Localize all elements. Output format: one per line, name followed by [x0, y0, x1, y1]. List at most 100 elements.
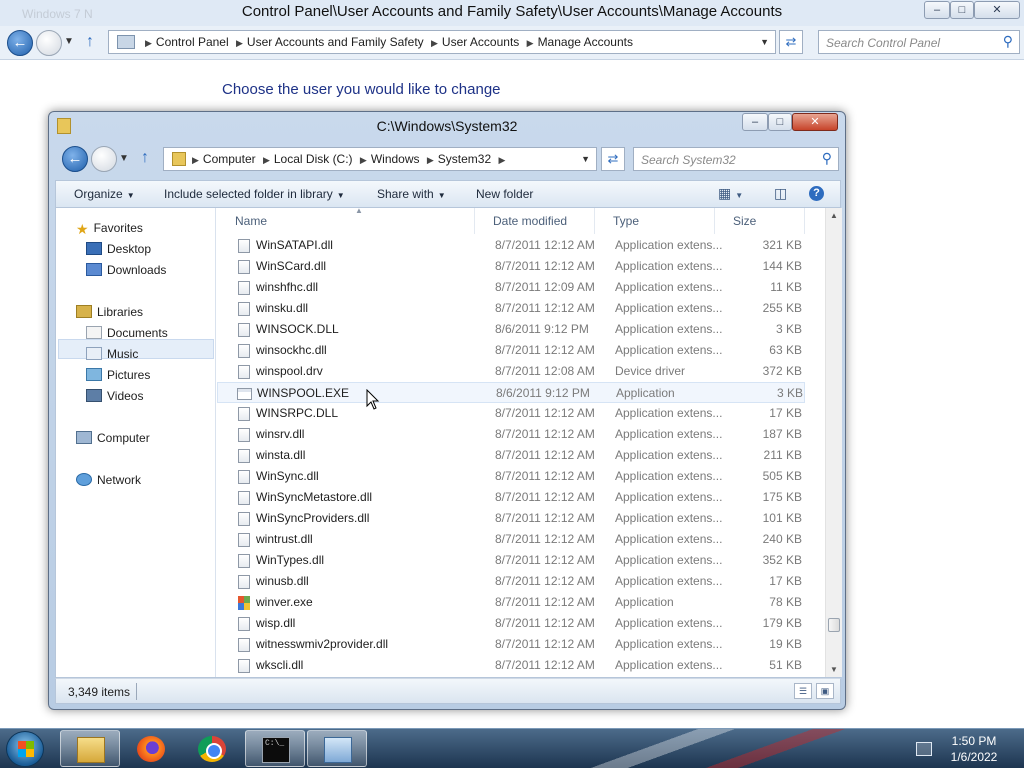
- file-row[interactable]: WinTypes.dll 8/7/2011 12:12 AM Application…: [217, 550, 805, 571]
- file-row[interactable]: WinSync.dll 8/7/2011 12:12 AM Application …: [217, 466, 805, 487]
- file-row[interactable]: WINSOCK.DLL 8/6/2011 9:12 PM Application e…: [217, 319, 805, 340]
- refresh-button[interactable]: ⇄: [779, 30, 803, 54]
- clock-time[interactable]: 1:50 PM: [944, 734, 1004, 748]
- file-row[interactable]: wisp.dll 8/7/2011 12:12 AM Application ext…: [217, 613, 805, 634]
- status-divider: [136, 683, 137, 700]
- breadcrumb-control-panel[interactable]: Control Panel: [156, 35, 229, 49]
- file-row[interactable]: WinSyncProviders.dll 8/7/2011 12:12 AM App…: [217, 508, 805, 529]
- file-type: Application extens...: [615, 574, 723, 588]
- taskbar-app-control-panel[interactable]: [307, 730, 367, 767]
- column-header-type[interactable]: Type: [595, 208, 715, 234]
- nav-item-libraries[interactable]: Libraries: [76, 305, 143, 319]
- network-tray-icon[interactable]: [916, 742, 932, 756]
- file-row[interactable]: winsta.dll 8/7/2011 12:12 AM Application e…: [217, 445, 805, 466]
- include-in-library-menu[interactable]: Include selected folder in library ▼: [164, 187, 345, 201]
- file-row[interactable]: WinSyncMetastore.dll 8/7/2011 12:12 AM App…: [217, 487, 805, 508]
- column-header-size[interactable]: Size: [715, 208, 805, 234]
- file-row[interactable]: winspool.drv 8/7/2011 12:08 AM Device driv…: [217, 361, 805, 382]
- vertical-scrollbar[interactable]: ▲ ▼: [825, 208, 842, 677]
- file-name: winspool.drv: [256, 364, 323, 378]
- file-row[interactable]: WinSCard.dll 8/7/2011 12:12 AM Application…: [217, 256, 805, 277]
- close-button[interactable]: ✕: [974, 1, 1020, 19]
- search-icon[interactable]: ⚲: [1003, 33, 1013, 50]
- help-icon[interactable]: ?: [809, 186, 824, 201]
- refresh-button[interactable]: ⇄: [601, 147, 625, 171]
- large-icons-view-icon[interactable]: ▣: [816, 683, 834, 699]
- forward-button[interactable]: [36, 30, 62, 56]
- nav-item-network[interactable]: Network: [76, 473, 141, 487]
- file-row[interactable]: winsku.dll 8/7/2011 12:12 AM Application e…: [217, 298, 805, 319]
- preview-pane-icon[interactable]: ◫: [774, 185, 787, 202]
- nav-item-favorites[interactable]: ★ Favorites: [76, 221, 143, 238]
- close-button[interactable]: ✕: [792, 113, 838, 131]
- file-type: Application extens...: [615, 280, 723, 294]
- nav-item-music[interactable]: Music: [86, 347, 138, 361]
- taskbar-app-explorer[interactable]: [60, 730, 120, 767]
- breadcrumb-computer[interactable]: Computer: [203, 152, 256, 166]
- breadcrumb-system32[interactable]: System32: [438, 152, 491, 166]
- nav-item-desktop[interactable]: Desktop: [86, 242, 151, 256]
- scroll-up-arrow-icon[interactable]: ▲: [830, 211, 838, 220]
- breadcrumb-local-disk[interactable]: Local Disk (C:): [274, 152, 353, 166]
- breadcrumb-manage-accounts[interactable]: Manage Accounts: [538, 35, 633, 49]
- file-row[interactable]: winusb.dll 8/7/2011 12:12 AM Application e…: [217, 571, 805, 592]
- search-icon[interactable]: ⚲: [822, 150, 832, 167]
- file-type: Application: [615, 595, 674, 609]
- maximize-button[interactable]: □: [950, 1, 974, 19]
- up-arrow-icon[interactable]: ↑: [141, 149, 149, 167]
- address-bar[interactable]: ▶ Control Panel ▶ User Accounts and Family…: [108, 30, 776, 54]
- scrollbar-thumb[interactable]: [828, 618, 840, 632]
- search-control-panel-input[interactable]: Search Control Panel ⚲: [818, 30, 1020, 54]
- details-view-icon[interactable]: ☰: [794, 683, 812, 699]
- file-date-modified: 8/7/2011 12:12 AM: [495, 553, 595, 567]
- maximize-button[interactable]: □: [768, 113, 792, 131]
- breadcrumb-windows[interactable]: Windows: [371, 152, 420, 166]
- file-row[interactable]: wkscli.dll 8/7/2011 12:12 AM Application e…: [217, 655, 805, 676]
- search-system32-input[interactable]: Search System32 ⚲: [633, 147, 839, 171]
- recent-pages-dropdown-icon[interactable]: ▼: [64, 36, 74, 47]
- clock-date[interactable]: 1/6/2022: [944, 750, 1004, 764]
- recent-locations-dropdown-icon[interactable]: ▼: [119, 153, 129, 164]
- change-view-icon[interactable]: ▦ ▼: [718, 185, 743, 202]
- taskbar-app-command-prompt[interactable]: C:\_: [245, 730, 305, 767]
- nav-item-documents[interactable]: Documents: [86, 326, 168, 340]
- file-row[interactable]: wintrust.dll 8/7/2011 12:12 AM Application…: [217, 529, 805, 550]
- file-row[interactable]: WINSRPC.DLL 8/7/2011 12:12 AM Application …: [217, 403, 805, 424]
- taskbar-app-chrome[interactable]: [182, 730, 242, 767]
- nav-item-downloads[interactable]: Downloads: [86, 263, 166, 277]
- start-button[interactable]: [6, 731, 44, 767]
- new-folder-button[interactable]: New folder: [476, 187, 533, 201]
- file-row[interactable]: WINSPOOL.EXE 8/6/2011 9:12 PM Application 3…: [217, 382, 805, 403]
- file-row[interactable]: WinSATAPI.dll 8/7/2011 12:12 AM Applicatio…: [217, 235, 805, 256]
- file-row[interactable]: winsrv.dll 8/7/2011 12:12 AM Application e…: [217, 424, 805, 445]
- nav-item-computer[interactable]: Computer: [76, 431, 150, 445]
- nav-item-pictures[interactable]: Pictures: [86, 368, 150, 382]
- file-type: Application extens...: [615, 322, 723, 336]
- minimize-button[interactable]: –: [742, 113, 768, 131]
- breadcrumb-user-accounts-family-safety[interactable]: User Accounts and Family Safety: [247, 35, 424, 49]
- organize-menu[interactable]: Organize ▼: [74, 187, 135, 201]
- file-row[interactable]: witnesswmiv2provider.dll 8/7/2011 12:12 A…: [217, 634, 805, 655]
- scroll-down-arrow-icon[interactable]: ▼: [830, 665, 838, 674]
- breadcrumb-separator-icon: ▶: [359, 155, 367, 165]
- up-arrow-icon[interactable]: ↑: [86, 33, 94, 51]
- file-row[interactable]: winver.exe 8/7/2011 12:12 AM Application 78…: [217, 592, 805, 613]
- file-row[interactable]: winshfhc.dll 8/7/2011 12:09 AM Application…: [217, 277, 805, 298]
- share-with-menu[interactable]: Share with ▼: [377, 187, 446, 201]
- address-dropdown-icon[interactable]: ▼: [581, 154, 590, 164]
- address-dropdown-icon[interactable]: ▼: [760, 37, 769, 47]
- back-button[interactable]: ←: [7, 30, 33, 56]
- file-row[interactable]: winsockhc.dll 8/7/2011 12:12 AM Applicatio…: [217, 340, 805, 361]
- forward-button[interactable]: [91, 146, 117, 172]
- column-header-date-modified[interactable]: Date modified: [475, 208, 595, 234]
- file-type: Application extens...: [615, 406, 723, 420]
- column-header-name[interactable]: Name: [217, 208, 475, 234]
- nav-item-label: Network: [97, 473, 142, 487]
- nav-item-videos[interactable]: Videos: [86, 389, 143, 403]
- file-type: Application extens...: [615, 448, 723, 462]
- address-bar[interactable]: ▶ Computer ▶ Local Disk (C:) ▶ Windows ▶ Sys…: [163, 147, 597, 171]
- minimize-button[interactable]: –: [924, 1, 950, 19]
- taskbar-app-firefox[interactable]: [121, 730, 181, 767]
- breadcrumb-user-accounts[interactable]: User Accounts: [442, 35, 519, 49]
- back-button[interactable]: ←: [62, 146, 88, 172]
